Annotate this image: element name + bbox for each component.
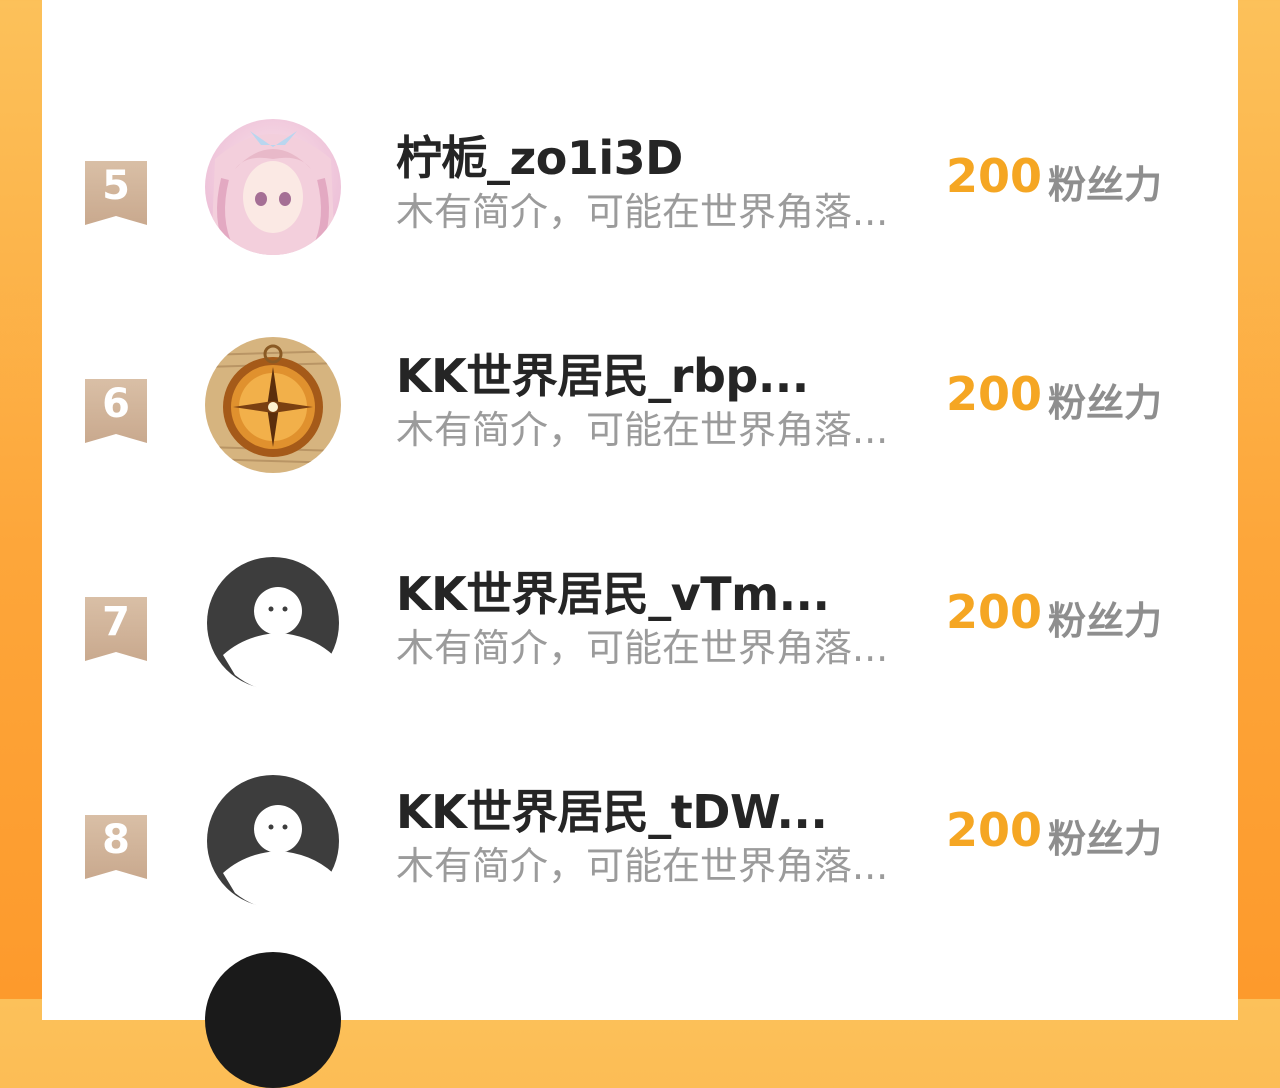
- avatar[interactable]: [205, 119, 341, 255]
- user-name[interactable]: KK世界居民_tDW...: [396, 776, 828, 842]
- user-bio: 木有简介，可能在世界角落...: [396, 626, 889, 670]
- default-avatar-icon: [207, 557, 339, 691]
- user-name[interactable]: KK世界居民_vTm...: [396, 558, 830, 624]
- fan-score: 200: [946, 585, 1043, 639]
- default-avatar-icon: [207, 775, 339, 909]
- fan-score-unit: 粉丝力: [1048, 817, 1163, 861]
- avatar[interactable]: [205, 555, 341, 691]
- compass-avatar-icon: [205, 337, 341, 473]
- leaderboard-row[interactable]: 7 KK世界居民_vTm... 木有简介，可能在世界角落... 200 粉丝力: [42, 557, 1238, 775]
- rank-badge: 7: [85, 597, 147, 661]
- leaderboard-row[interactable]: 5 柠栀_zo1i3D 木有简介，可能在世界角落... 200 粉丝力: [42, 119, 1238, 339]
- user-bio: 木有简介，可能在世界角落...: [396, 408, 889, 452]
- anime-girl-avatar-icon: [205, 119, 341, 255]
- fan-score-unit: 粉丝力: [1048, 381, 1163, 425]
- fan-score-unit: 粉丝力: [1048, 599, 1163, 643]
- leaderboard-panel: 5 柠栀_zo1i3D 木有简介，可能在世界角落... 200 粉丝力 6 KK…: [42, 0, 1238, 1088]
- user-bio: 木有简介，可能在世界角落...: [396, 844, 889, 888]
- avatar[interactable]: [205, 337, 341, 473]
- leaderboard-row[interactable]: 6 KK世界居民_rbp... 木有简介，可能在世界角落... 200 粉丝力: [42, 337, 1238, 557]
- fan-score: 200: [946, 149, 1043, 203]
- user-bio: 木有简介，可能在世界角落...: [396, 190, 889, 234]
- rank-badge: 8: [85, 815, 147, 879]
- fan-score-unit: 粉丝力: [1048, 163, 1163, 207]
- fan-score: 200: [946, 803, 1043, 857]
- fan-score: 200: [946, 367, 1043, 421]
- avatar[interactable]: [205, 773, 341, 909]
- avatar[interactable]: [205, 952, 341, 1088]
- leaderboard-row[interactable]: 8 KK世界居民_tDW... 木有简介，可能在世界角落... 200 粉丝力: [42, 775, 1238, 993]
- rank-badge: 6: [85, 379, 147, 443]
- rank-badge: 5: [85, 161, 147, 225]
- user-name[interactable]: KK世界居民_rbp...: [396, 340, 809, 406]
- user-name[interactable]: 柠栀_zo1i3D: [396, 122, 683, 188]
